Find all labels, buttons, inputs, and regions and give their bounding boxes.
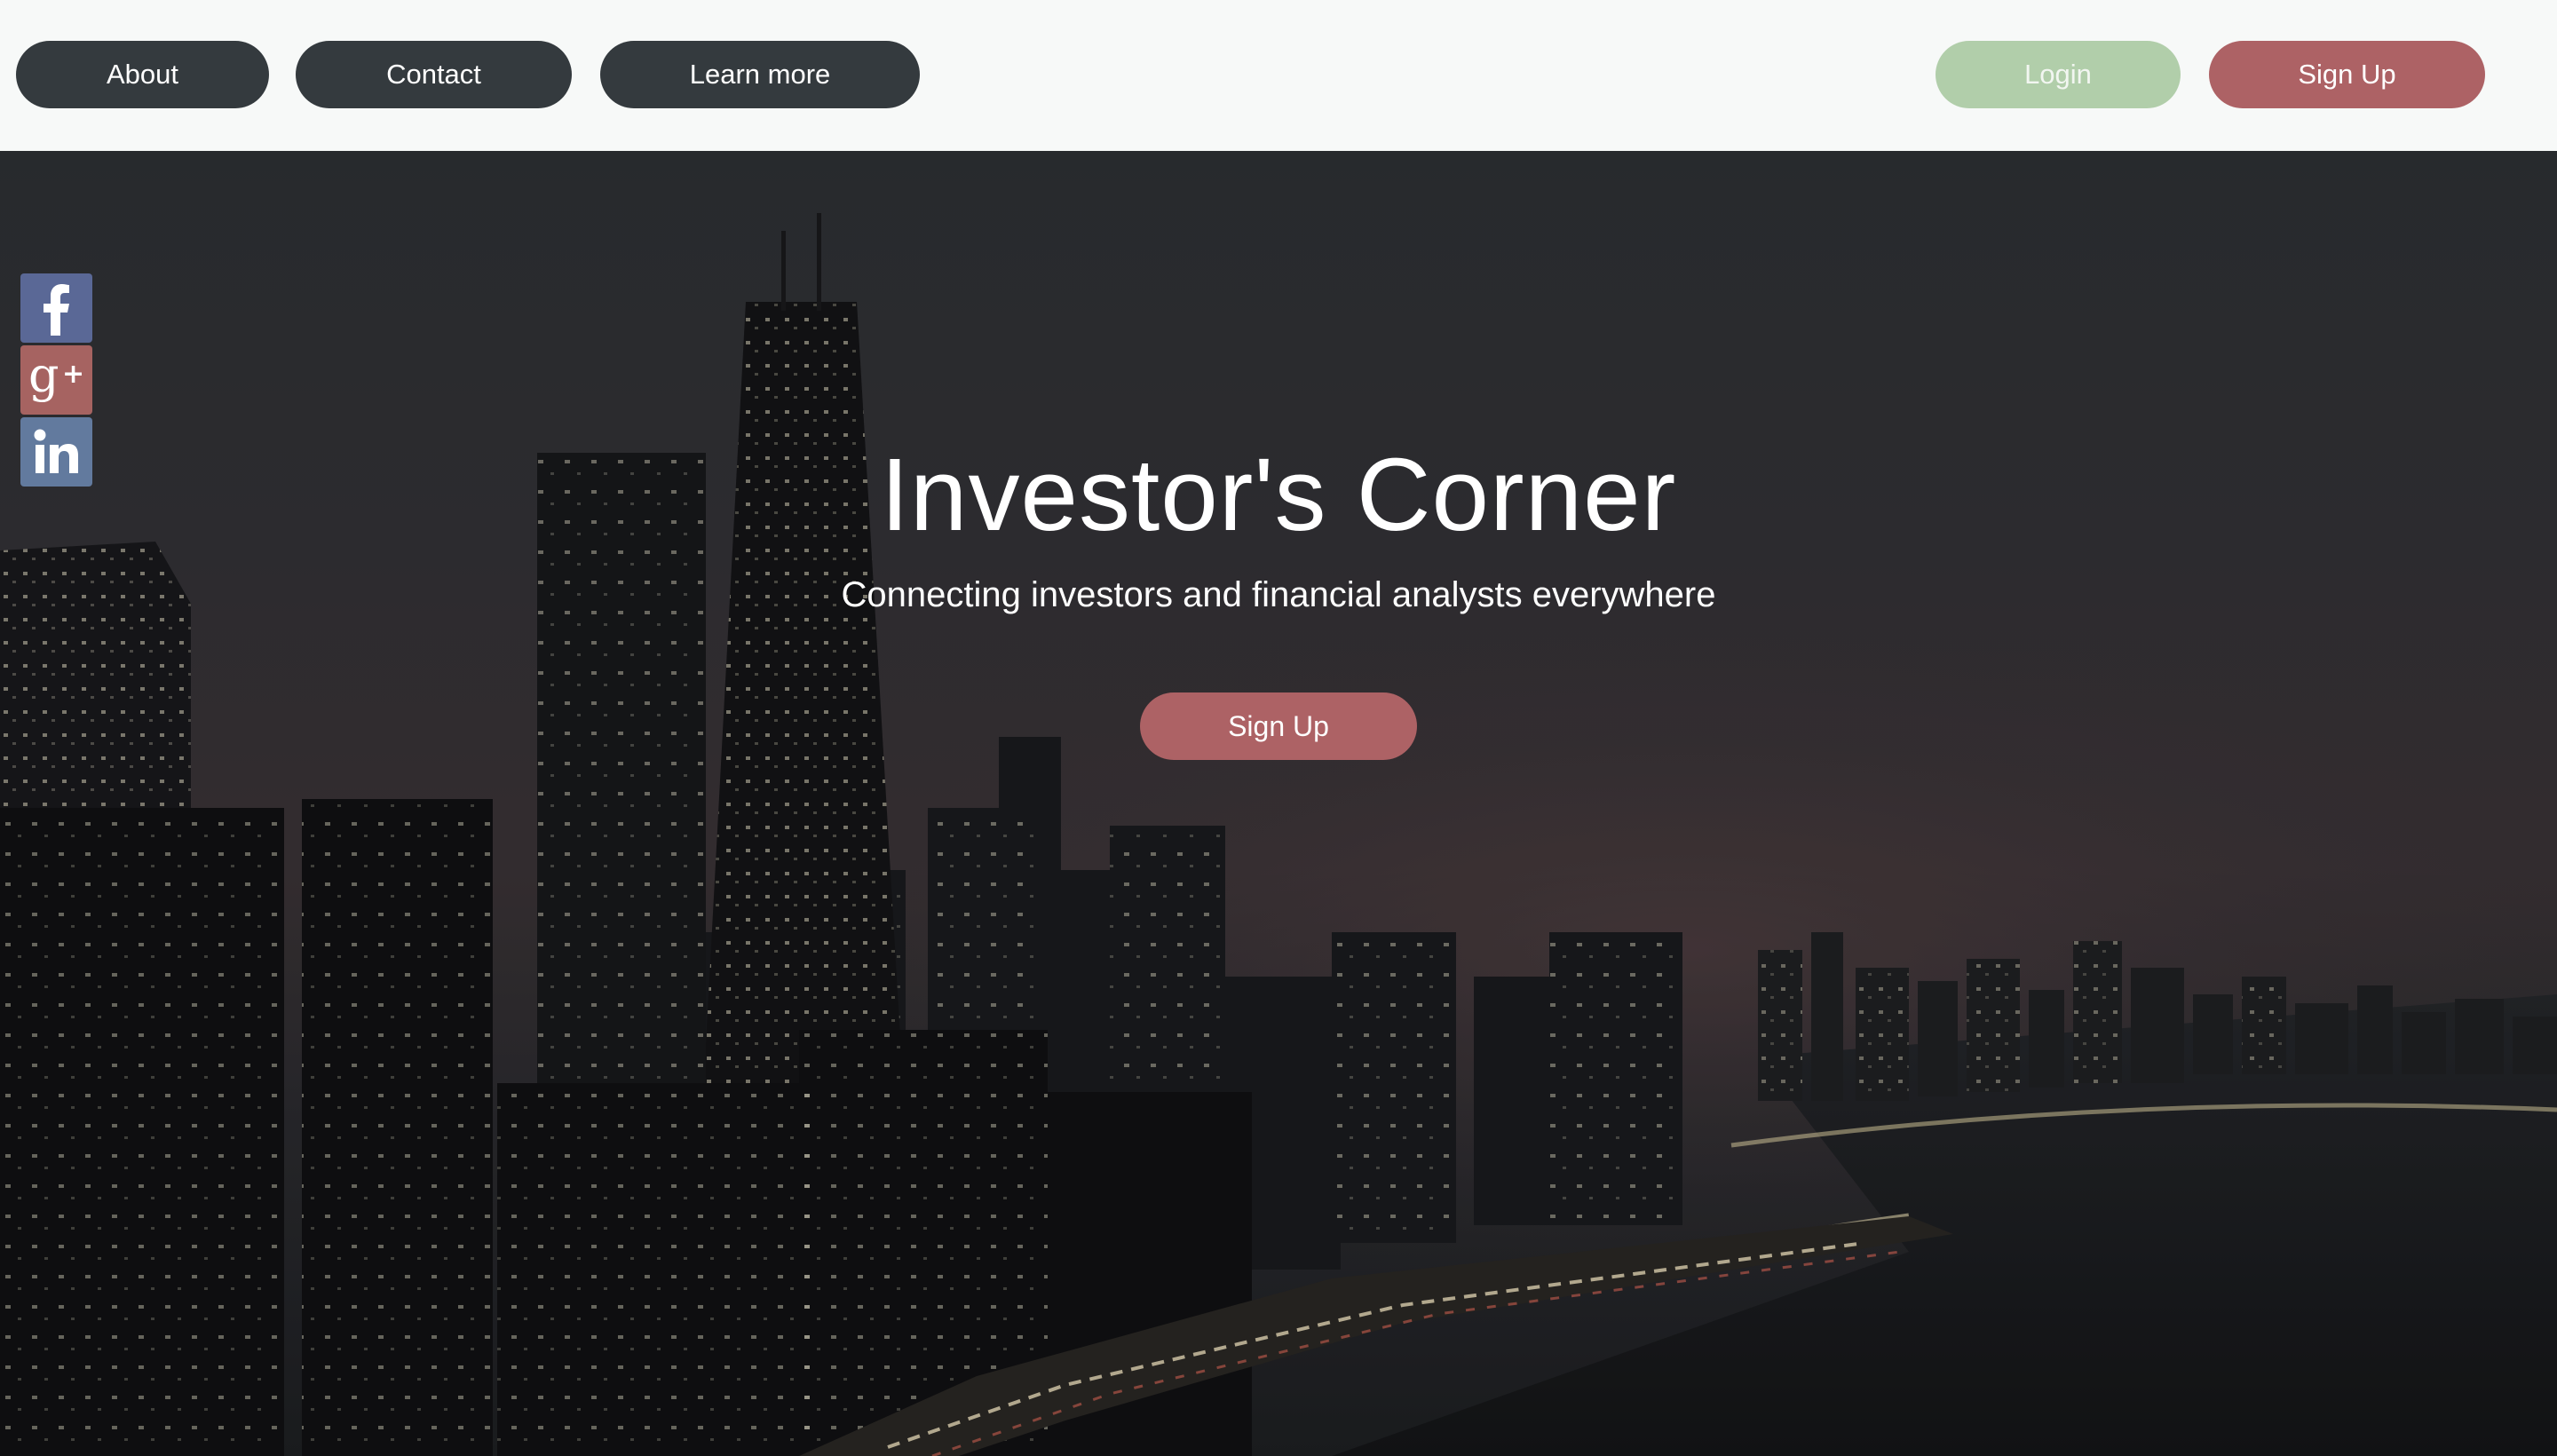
facebook-share-button[interactable]: [20, 273, 92, 343]
page-title: Investor's Corner: [880, 437, 1677, 552]
hero-section: Investor's Corner Connecting investors a…: [0, 151, 2557, 1456]
top-navigation-bar: About Contact Learn more Login Sign Up: [0, 0, 2557, 151]
svg-text:g: g: [28, 349, 59, 403]
about-button[interactable]: About: [16, 41, 269, 108]
linkedin-share-button[interactable]: [20, 417, 92, 487]
city-skyline-background: [0, 151, 2557, 1456]
svg-text:+: +: [62, 359, 84, 390]
hero-subtitle: Connecting investors and financial analy…: [841, 575, 1716, 614]
google-plus-icon: g +: [28, 349, 84, 403]
contact-button[interactable]: Contact: [296, 41, 572, 108]
login-button[interactable]: Login: [1936, 41, 2181, 108]
hero-signup-button[interactable]: Sign Up: [1140, 692, 1417, 760]
google-plus-share-button[interactable]: g +: [20, 345, 92, 415]
facebook-icon: [43, 284, 69, 336]
linkedin-icon: [34, 429, 78, 473]
learn-more-button[interactable]: Learn more: [600, 41, 920, 108]
signup-button[interactable]: Sign Up: [2209, 41, 2485, 108]
